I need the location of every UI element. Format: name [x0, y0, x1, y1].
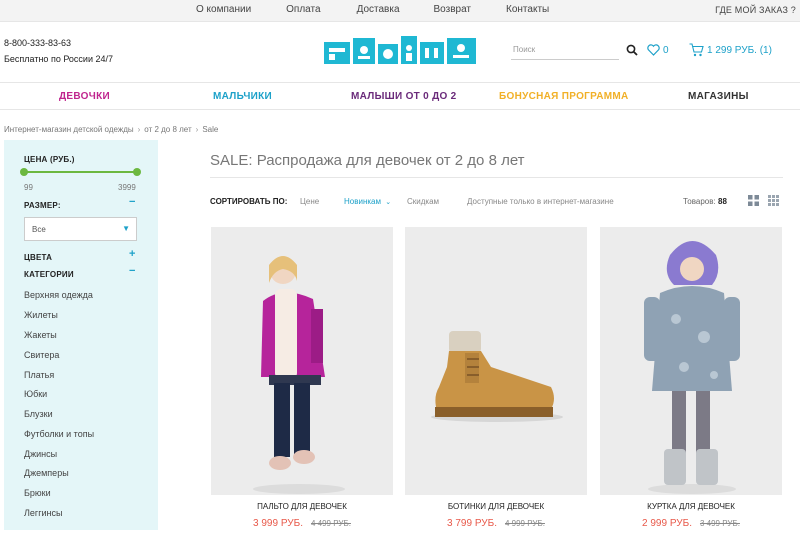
breadcrumb-separator: ›: [195, 125, 199, 134]
free-call-note: Бесплатно по России 24/7: [4, 54, 114, 64]
category-blouses[interactable]: Блузки: [24, 409, 53, 419]
main-navigation: ДЕВОЧКИ МАЛЬЧИКИ МАЛЫШИ ОТ 0 ДО 2 БОНУСН…: [0, 82, 800, 110]
page-title: SALE: Распродажа для девочек от 2 до 8 л…: [210, 152, 525, 169]
collapse-categories-icon[interactable]: −: [129, 265, 135, 277]
category-jackets[interactable]: Жакеты: [24, 330, 57, 340]
product-image-boots[interactable]: [405, 227, 587, 495]
title-divider: [210, 177, 783, 178]
top-utility-bar: О компании Оплата Доставка Возврат Конта…: [0, 0, 800, 22]
product-prices: 3 999 РУБ. 4 499 РУБ.: [211, 517, 393, 529]
breadcrumb-age[interactable]: от 2 до 8 лет: [144, 125, 191, 134]
breadcrumb-separator: ›: [137, 125, 141, 134]
price-slider-max-handle[interactable]: [133, 168, 141, 176]
category-jeans[interactable]: Джинсы: [24, 449, 57, 459]
size-select[interactable]: Все ▼: [24, 217, 137, 241]
price-max-value: 3999: [118, 183, 136, 192]
chevron-down-icon: ⌄: [385, 199, 392, 206]
compact-grid-view-icon[interactable]: [768, 195, 779, 206]
sort-label: СОРТИРОВАТЬ ПО:: [210, 197, 288, 206]
nav-boys[interactable]: МАЛЬЧИКИ: [213, 91, 272, 102]
product-name[interactable]: БОТИНКИ ДЛЯ ДЕВОЧЕК: [405, 502, 587, 511]
top-link-payment[interactable]: Оплата: [286, 4, 320, 15]
phone-number[interactable]: 8-800-333-83-63: [4, 38, 71, 48]
product-old-price: 4 499 РУБ.: [310, 519, 351, 528]
category-dresses[interactable]: Платья: [24, 370, 54, 380]
category-outerwear[interactable]: Верхняя одежда: [24, 290, 93, 300]
product-price: 3 799 РУБ.: [447, 518, 497, 529]
product-name[interactable]: КУРТКА ДЛЯ ДЕВОЧЕК: [600, 502, 782, 511]
product-old-price: 3 499 РУБ.: [699, 519, 740, 528]
chevron-down-icon: ▼: [122, 224, 130, 233]
expand-colors-icon[interactable]: +: [129, 248, 135, 260]
top-link-return[interactable]: Возврат: [434, 4, 472, 15]
collapse-size-icon[interactable]: −: [129, 196, 135, 208]
nav-babies[interactable]: МАЛЫШИ ОТ 0 ДО 2: [351, 91, 457, 102]
category-skirts[interactable]: Юбки: [24, 389, 47, 399]
product-card[interactable]: БОТИНКИ ДЛЯ ДЕВОЧЕК 3 799 РУБ. 4 999 РУБ.: [405, 227, 587, 537]
site-header: 8-800-333-83-63 Бесплатно по России 24/7…: [0, 22, 800, 82]
category-tshirts[interactable]: Футболки и топы: [24, 429, 94, 439]
price-slider-track[interactable]: [24, 171, 137, 173]
cart-total[interactable]: 1 299 РУБ. (1): [707, 45, 772, 56]
product-count-value: 88: [718, 197, 727, 206]
top-link-about[interactable]: О компании: [196, 4, 251, 15]
product-count-label: Товаров:: [683, 197, 716, 206]
sort-by-price[interactable]: Цене: [300, 197, 319, 206]
store-logo[interactable]: [324, 36, 476, 68]
filter-online-only[interactable]: Доступные только в интернет-магазине: [467, 197, 614, 206]
category-leggings[interactable]: Леггинсы: [24, 508, 62, 518]
top-link-contacts[interactable]: Контакты: [506, 4, 549, 15]
sort-by-newest[interactable]: Новинкам ⌄: [344, 197, 391, 206]
size-filter-title: РАЗМЕР:: [24, 201, 61, 210]
colors-filter-title[interactable]: ЦВЕТА: [24, 253, 52, 262]
price-slider-min-handle[interactable]: [20, 168, 28, 176]
favorites-count[interactable]: 0: [663, 45, 669, 56]
breadcrumb-current: Sale: [202, 125, 219, 134]
product-old-price: 4 999 РУБ.: [504, 519, 545, 528]
price-filter-title: ЦЕНА (РУБ.): [24, 155, 75, 164]
product-name[interactable]: ПАЛЬТО ДЛЯ ДЕВОЧЕК: [211, 502, 393, 511]
product-prices: 2 999 РУБ. 3 499 РУБ.: [600, 517, 782, 529]
nav-girls[interactable]: ДЕВОЧКИ: [59, 91, 110, 102]
category-trousers[interactable]: Брюки: [24, 488, 51, 498]
product-card[interactable]: КУРТКА ДЛЯ ДЕВОЧЕК 2 999 РУБ. 3 499 РУБ.: [600, 227, 782, 537]
price-min-value: 99: [24, 183, 33, 192]
product-card[interactable]: ПАЛЬТО ДЛЯ ДЕВОЧЕК 3 999 РУБ. 4 499 РУБ.: [211, 227, 393, 537]
nav-bonus-program[interactable]: БОНУСНАЯ ПРОГРАММА: [499, 91, 629, 102]
top-links: О компании Оплата Доставка Возврат Конта…: [196, 4, 549, 15]
category-sweaters[interactable]: Свитера: [24, 350, 59, 360]
cart-icon[interactable]: [689, 43, 704, 57]
size-selected-value: Все: [32, 225, 46, 234]
sort-by-newest-label: Новинкам: [344, 197, 381, 206]
product-image-coat[interactable]: [211, 227, 393, 495]
categories-filter-title[interactable]: КАТЕГОРИИ: [24, 270, 74, 279]
search-input[interactable]: Поиск: [511, 42, 619, 60]
nav-stores[interactable]: МАГАЗИНЫ: [688, 91, 749, 102]
breadcrumb: Интернет-магазин детской одежды › от 2 до …: [4, 125, 218, 134]
grid-view-icon[interactable]: [748, 195, 759, 206]
sort-by-discount[interactable]: Скидкам: [407, 197, 439, 206]
product-price: 2 999 РУБ.: [642, 518, 692, 529]
filter-sidebar: ЦЕНА (РУБ.) 99 3999 РАЗМЕР: − Все ▼ ЦВЕТ…: [4, 140, 158, 530]
product-price: 3 999 РУБ.: [253, 518, 303, 529]
category-vests[interactable]: Жилеты: [24, 310, 58, 320]
heart-icon[interactable]: [647, 44, 660, 56]
where-my-order-link[interactable]: ГДЕ МОЙ ЗАКАЗ ?: [715, 5, 796, 15]
product-prices: 3 799 РУБ. 4 999 РУБ.: [405, 517, 587, 529]
breadcrumb-home[interactable]: Интернет-магазин детской одежды: [4, 125, 134, 134]
search-icon[interactable]: [626, 44, 638, 56]
top-link-delivery[interactable]: Доставка: [357, 4, 400, 15]
product-image-jacket[interactable]: [600, 227, 782, 495]
category-jumpers[interactable]: Джемперы: [24, 468, 69, 478]
